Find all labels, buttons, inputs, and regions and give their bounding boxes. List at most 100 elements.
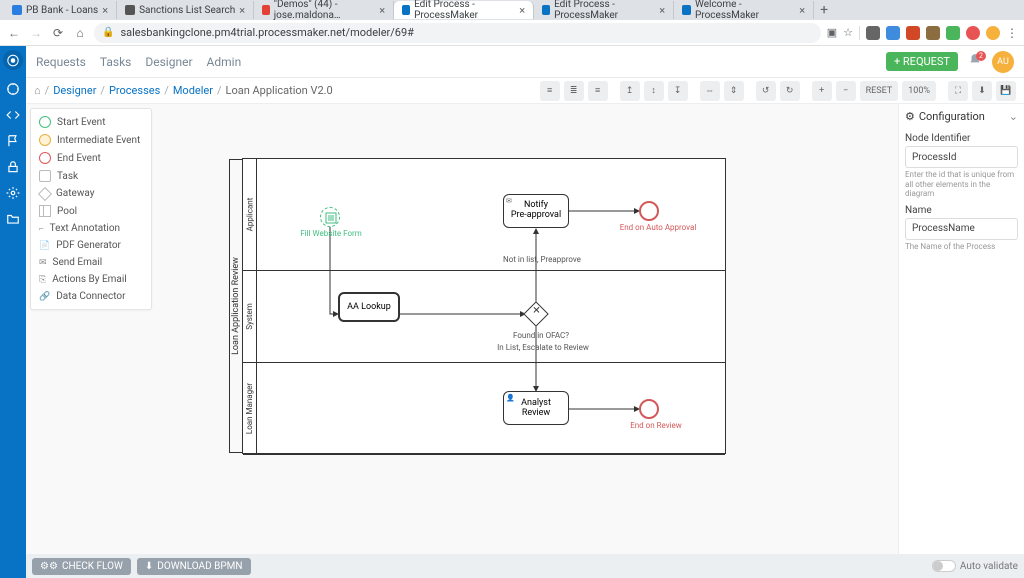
forward-button[interactable]: → <box>28 26 44 40</box>
task-notify[interactable]: ✉ Notify Pre-approval <box>503 194 569 228</box>
browser-tab[interactable]: Edit Process - ProcessMaker× <box>534 1 674 19</box>
close-icon[interactable]: × <box>519 4 525 17</box>
home-button[interactable]: ⌂ <box>72 26 88 40</box>
palette-send-email[interactable]: ✉Send Email <box>31 254 151 271</box>
breadcrumb-modeler[interactable]: Modeler <box>173 84 213 97</box>
close-icon[interactable]: × <box>659 4 665 17</box>
url-text: salesbankingclone.pm4trial.processmaker.… <box>120 26 414 39</box>
check-flow-button[interactable]: ⚙⚙CHECK FLOW <box>32 558 131 575</box>
start-event-node[interactable] <box>320 207 340 227</box>
node-id-help: Enter the id that is unique from all oth… <box>905 170 1018 199</box>
extension-icon[interactable] <box>906 26 920 40</box>
url-input[interactable]: 🔒 salesbankingclone.pm4trial.processmake… <box>94 23 821 43</box>
compass-icon[interactable] <box>6 82 20 96</box>
app-navigation-rail: ⦿ <box>0 46 26 578</box>
form-icon <box>321 208 341 228</box>
align-left-icon[interactable]: ≡ <box>540 81 560 101</box>
request-button[interactable]: + REQUEST <box>886 52 958 71</box>
folder-icon[interactable] <box>6 212 20 226</box>
gateway-no-label: Not in list, Preapprove <box>487 255 597 264</box>
notification-badge: 2 <box>976 51 986 61</box>
palette-task[interactable]: Task <box>31 167 151 185</box>
zoom-in-button[interactable]: + <box>812 81 832 101</box>
task-analyst-review[interactable]: 👤 Analyst Review <box>503 391 569 425</box>
pool-title: Loan Application Review <box>229 159 243 453</box>
palette-intermediate-event[interactable]: Intermediate Event <box>31 131 151 149</box>
avatar[interactable]: AU <box>992 51 1014 73</box>
extension-icon[interactable] <box>926 26 940 40</box>
nav-designer[interactable]: Designer <box>145 55 192 69</box>
palette-end-event[interactable]: End Event <box>31 149 151 167</box>
back-button[interactable]: ← <box>6 26 22 40</box>
browser-tab[interactable]: "Demos" (44) - jose.maldona…× <box>254 1 394 19</box>
notifications-button[interactable]: 2 <box>968 53 982 70</box>
redo-button[interactable]: ↻ <box>780 81 800 101</box>
close-icon[interactable]: × <box>102 4 108 17</box>
undo-button[interactable]: ↺ <box>756 81 776 101</box>
auto-validate-toggle[interactable] <box>932 560 956 572</box>
palette-gateway[interactable]: Gateway <box>31 185 151 202</box>
app-logo[interactable]: ⦿ <box>3 50 23 70</box>
code-icon[interactable] <box>6 108 20 122</box>
align-middle-icon[interactable]: ↕ <box>644 81 664 101</box>
lock-icon[interactable] <box>6 160 20 174</box>
download-bpmn-button[interactable]: ⬇DOWNLOAD BPMN <box>137 558 251 575</box>
breadcrumb-designer[interactable]: Designer <box>53 84 96 97</box>
task-aa-lookup[interactable]: AA Lookup <box>338 292 400 322</box>
distribute-v-icon[interactable]: ⇕ <box>724 81 744 101</box>
star-icon[interactable]: ☆ <box>843 26 853 39</box>
palette-text-annotation[interactable]: ⌐Text Annotation <box>31 220 151 237</box>
nav-admin[interactable]: Admin <box>207 55 242 69</box>
qr-icon[interactable]: ▣ <box>827 26 837 39</box>
browser-tab[interactable]: Welcome - ProcessMaker× <box>674 1 814 19</box>
nav-tasks[interactable]: Tasks <box>100 55 132 69</box>
gateway-yes-label: In List, Escalate to Review <box>483 343 603 352</box>
browser-address-bar: ← → ⟳ ⌂ 🔒 salesbankingclone.pm4trial.pro… <box>0 20 1024 46</box>
node-id-input[interactable] <box>905 146 1018 168</box>
close-icon[interactable]: × <box>239 4 245 17</box>
breadcrumb-processes[interactable]: Processes <box>109 84 160 97</box>
distribute-h-icon[interactable]: ⇔ <box>700 81 720 101</box>
new-tab-button[interactable]: + <box>814 2 834 18</box>
nav-requests[interactable]: Requests <box>36 55 86 69</box>
node-name-input[interactable] <box>905 218 1018 240</box>
download-icon: ⬇ <box>145 561 153 572</box>
reload-button[interactable]: ⟳ <box>50 26 66 40</box>
modeler-main: Start Event Intermediate Event End Event… <box>26 104 1024 578</box>
fullscreen-icon[interactable]: ⛶ <box>948 81 968 101</box>
bpmn-pool[interactable]: Loan Application Review Applicant System… <box>242 158 726 454</box>
reset-zoom-button[interactable]: RESET <box>860 81 899 101</box>
end-event-review[interactable] <box>639 399 659 419</box>
extension-icon[interactable] <box>966 26 980 40</box>
download-icon[interactable]: ⬇ <box>972 81 992 101</box>
extension-icon[interactable] <box>946 26 960 40</box>
palette-pool[interactable]: Pool <box>31 202 151 220</box>
align-right-icon[interactable]: ≡ <box>588 81 608 101</box>
gear-icon[interactable] <box>6 186 20 200</box>
extension-icon[interactable] <box>866 26 880 40</box>
flag-icon[interactable] <box>6 134 20 148</box>
browser-menu-icon[interactable]: ⋮ <box>1006 26 1018 40</box>
align-top-icon[interactable]: ↥ <box>620 81 640 101</box>
palette-data-connector[interactable]: 🔗Data Connector <box>31 288 151 305</box>
palette-actions-by-email[interactable]: ⎘Actions By Email <box>31 271 151 288</box>
browser-tab[interactable]: Sanctions List Search× <box>117 1 254 19</box>
end-event-auto[interactable] <box>639 201 659 221</box>
chevron-down-icon[interactable]: ⌄ <box>1009 110 1018 123</box>
align-center-icon[interactable]: ≣ <box>564 81 584 101</box>
zoom-level[interactable]: 100% <box>902 81 936 101</box>
extension-icon[interactable] <box>886 26 900 40</box>
align-bottom-icon[interactable]: ↧ <box>668 81 688 101</box>
save-icon[interactable]: 💾 <box>996 81 1016 101</box>
bpmn-canvas[interactable]: Loan Application Review Applicant System… <box>158 108 894 548</box>
close-icon[interactable]: × <box>799 4 805 17</box>
node-name-help: The Name of the Process <box>905 242 1018 252</box>
browser-tab[interactable]: PB Bank - Loans× <box>4 1 117 19</box>
extension-icon[interactable] <box>986 26 1000 40</box>
zoom-out-button[interactable]: − <box>836 81 856 101</box>
palette-pdf-generator[interactable]: 📄PDF Generator <box>31 237 151 254</box>
browser-tab-active[interactable]: Edit Process - ProcessMaker× <box>394 1 534 19</box>
home-icon[interactable]: ⌂ <box>34 84 41 97</box>
palette-start-event[interactable]: Start Event <box>31 113 151 131</box>
close-icon[interactable]: × <box>379 4 385 17</box>
